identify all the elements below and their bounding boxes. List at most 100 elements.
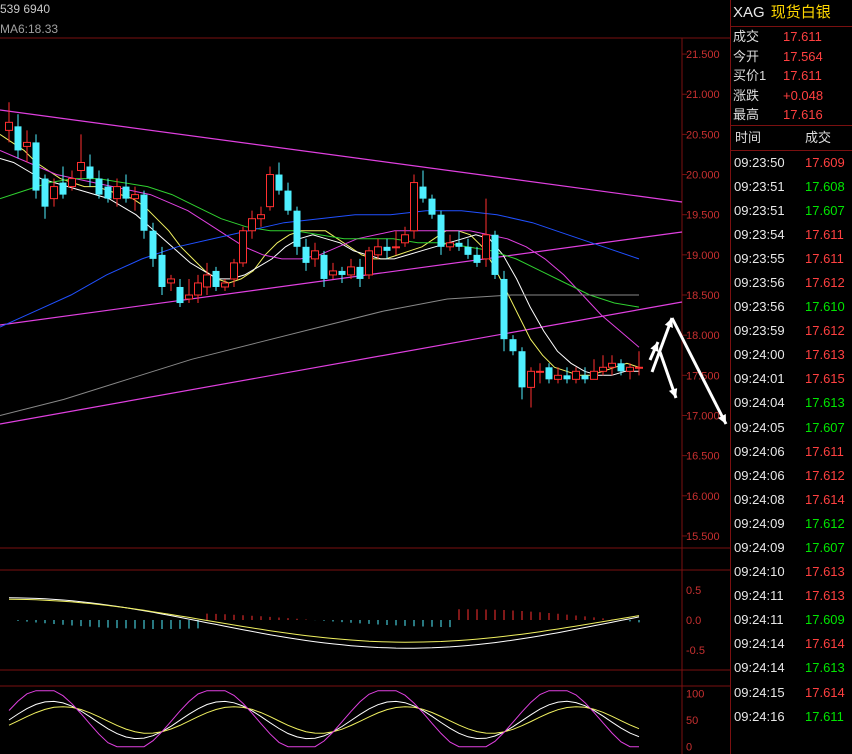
tick-row[interactable]: 09:24:09 17.607 [731, 536, 852, 560]
candle[interactable] [77, 134, 85, 179]
candle[interactable] [446, 234, 454, 251]
tick-row[interactable]: 09:23:51 17.607 [731, 199, 852, 223]
tick-row[interactable]: 09:24:16 17.611 [731, 705, 852, 729]
candlesticks[interactable] [5, 102, 643, 408]
tick-row[interactable]: 09:24:10 17.613 [731, 560, 852, 584]
candle[interactable] [230, 258, 238, 287]
candle[interactable] [437, 210, 445, 255]
tick-row[interactable]: 09:23:56 17.610 [731, 295, 852, 319]
candle[interactable] [392, 230, 400, 255]
candle-body [167, 278, 175, 284]
candle[interactable] [590, 359, 598, 380]
candle[interactable] [464, 238, 472, 259]
candle[interactable] [608, 355, 616, 376]
forecast-arrow-head [668, 388, 678, 398]
candle[interactable] [275, 162, 283, 195]
candle[interactable] [14, 114, 22, 159]
candle[interactable] [302, 238, 310, 271]
candle[interactable] [167, 274, 175, 291]
candle[interactable] [626, 363, 634, 380]
tick-row[interactable]: 09:23:55 17.611 [731, 247, 852, 271]
candle[interactable] [23, 130, 31, 163]
tick-row[interactable]: 09:24:15 17.614 [731, 681, 852, 705]
tick-row[interactable]: 09:24:08 17.614 [731, 488, 852, 512]
price-tick-label: 20.500 [686, 129, 720, 141]
tick-row[interactable]: 09:24:09 17.612 [731, 512, 852, 536]
top-left-readout: 539 6940 [0, 2, 50, 16]
candle[interactable] [32, 134, 40, 199]
candle[interactable] [545, 363, 553, 384]
tick-row[interactable]: 09:23:59 17.612 [731, 319, 852, 343]
candle[interactable] [149, 222, 157, 267]
candle[interactable] [419, 170, 427, 203]
candle[interactable] [176, 278, 184, 308]
tick-row[interactable]: 09:23:54 17.611 [731, 223, 852, 247]
candle[interactable] [158, 246, 166, 296]
price-tick-label: 16.000 [686, 491, 720, 503]
candle[interactable] [491, 230, 499, 279]
candle[interactable] [536, 363, 544, 384]
candle[interactable] [347, 258, 355, 279]
tick-time: 09:24:16 [734, 708, 785, 724]
tick-time: 09:24:01 [734, 371, 785, 387]
candle-body [374, 246, 382, 256]
candle[interactable] [563, 367, 571, 384]
candle[interactable] [122, 174, 130, 203]
candle-body [338, 270, 346, 275]
tick-row[interactable]: 09:23:51 17.608 [731, 175, 852, 199]
tick-row[interactable]: 09:24:06 17.611 [731, 440, 852, 464]
tick-row[interactable]: 09:24:14 17.614 [731, 632, 852, 656]
candle[interactable] [329, 262, 337, 279]
candle[interactable] [257, 206, 265, 227]
candle[interactable] [572, 367, 580, 384]
candle[interactable] [428, 194, 436, 219]
candle[interactable] [95, 170, 103, 199]
candle[interactable] [383, 238, 391, 259]
tick-row[interactable]: 09:24:06 17.612 [731, 464, 852, 488]
candle[interactable] [356, 258, 364, 287]
candle[interactable] [410, 174, 418, 239]
quote-field-label: 涨跌 [733, 87, 760, 103]
candle-body [14, 126, 22, 151]
tick-row[interactable]: 09:24:01 17.615 [731, 367, 852, 391]
candle[interactable] [473, 246, 481, 267]
tick-row[interactable]: 09:24:11 17.609 [731, 608, 852, 632]
candle[interactable] [140, 190, 148, 239]
quote-field-value: 17.564 [783, 48, 823, 64]
macd-tick-label: -0.5 [686, 645, 705, 657]
tick-row[interactable]: 09:23:50 17.609 [731, 151, 852, 175]
candle[interactable] [401, 226, 409, 247]
tick-list[interactable]: 09:23:50 17.609 09:23:51 17.608 09:23:51 17.6… [731, 151, 852, 729]
candle[interactable] [500, 270, 508, 352]
tick-row[interactable]: 09:24:04 17.613 [731, 391, 852, 415]
candle[interactable] [239, 226, 247, 267]
candle[interactable] [248, 210, 256, 239]
kline-chart[interactable]: 539 6940 MA6:18.33 21.500 21.000 20.500 20.… [0, 0, 730, 754]
tick-row[interactable]: 09:24:05 17.607 [731, 416, 852, 440]
candle-body [554, 374, 562, 380]
candle[interactable] [131, 186, 139, 211]
candle[interactable] [59, 166, 67, 199]
candle[interactable] [374, 238, 382, 259]
candle[interactable] [527, 367, 535, 408]
candle[interactable] [266, 166, 274, 211]
candle[interactable] [185, 278, 193, 304]
candle[interactable] [509, 335, 517, 356]
candle[interactable] [311, 242, 319, 267]
tick-row[interactable]: 09:24:00 17.613 [731, 343, 852, 367]
tick-row[interactable]: 09:24:14 17.613 [731, 656, 852, 680]
candle[interactable] [284, 182, 292, 215]
candle-body [68, 178, 76, 188]
candle[interactable] [482, 198, 490, 267]
candle[interactable] [365, 246, 373, 279]
candle[interactable] [518, 347, 526, 400]
candle[interactable] [5, 102, 13, 143]
candle[interactable] [212, 266, 220, 291]
tick-row[interactable]: 09:23:56 17.612 [731, 271, 852, 295]
tick-row[interactable]: 09:24:11 17.613 [731, 584, 852, 608]
candle[interactable] [293, 206, 301, 255]
candle[interactable] [203, 262, 211, 296]
candle[interactable] [338, 266, 346, 283]
candle[interactable] [68, 170, 76, 191]
candle[interactable] [41, 174, 49, 219]
